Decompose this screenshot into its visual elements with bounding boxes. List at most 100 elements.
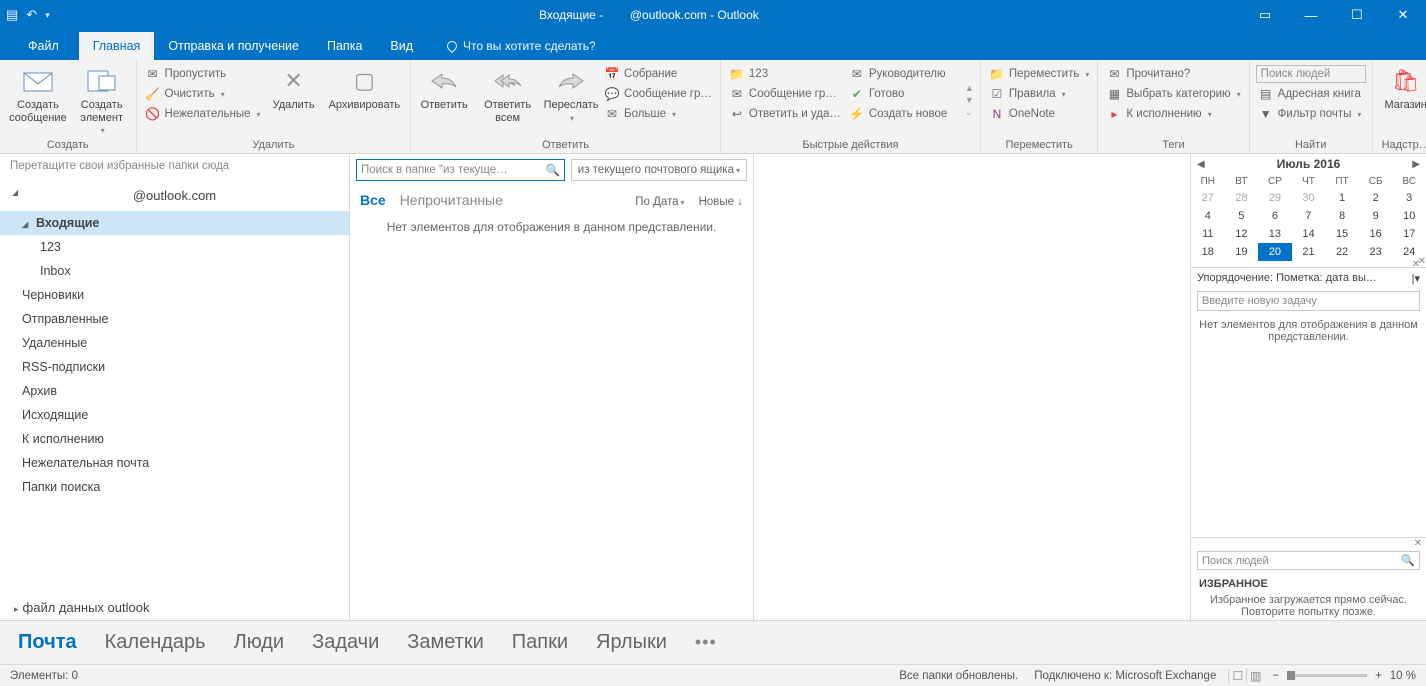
calendar-day[interactable]: 10 [1392, 207, 1426, 225]
cal-next-icon[interactable]: ▶ [1412, 159, 1420, 170]
task-arrange-label[interactable]: Упорядочение: Пометка: дата вы… [1197, 272, 1377, 285]
data-file-header[interactable]: файл данных outlook [0, 582, 349, 620]
address-book-button[interactable]: ▤Адресная книга [1256, 85, 1366, 103]
calendar-title[interactable]: Июль 2016 [1277, 157, 1341, 171]
meeting-button[interactable]: 📅Собрание [602, 65, 714, 83]
qat-customize-icon[interactable]: ▾ [45, 10, 50, 21]
calendar-day[interactable]: 27 [1191, 189, 1225, 207]
tell-me[interactable]: Что вы хотите сделать? [447, 32, 596, 60]
folder-item[interactable]: Удаленные [0, 331, 349, 355]
folder-item[interactable]: Входящие [0, 211, 349, 235]
folder-item[interactable]: Папки поиска [0, 475, 349, 499]
forward-button[interactable]: Переслать [544, 63, 598, 137]
calendar-day[interactable]: 2 [1359, 189, 1393, 207]
calendar-day[interactable]: 14 [1292, 225, 1326, 243]
ribbon-display-icon[interactable]: ▭ [1242, 0, 1288, 30]
calendar-day[interactable]: 13 [1258, 225, 1292, 243]
calendar-day[interactable]: 23 [1359, 243, 1393, 261]
calendar-day[interactable]: 15 [1325, 225, 1359, 243]
app-icon[interactable]: ▤ [6, 7, 18, 23]
folder-item[interactable]: Нежелательная почта [0, 451, 349, 475]
zoom-out-icon[interactable]: − [1272, 670, 1279, 682]
tab-view[interactable]: Вид [376, 32, 427, 60]
calendar-day[interactable]: 17 [1392, 225, 1426, 243]
reply-all-button[interactable]: Ответить всем [475, 63, 540, 137]
nav-notes[interactable]: Заметки [407, 631, 484, 654]
im-button[interactable]: 💬Сообщение гр… [602, 85, 714, 103]
calendar-day[interactable]: 8 [1325, 207, 1359, 225]
qs-more-icon[interactable]: ⌄ [965, 107, 974, 118]
calendar-day[interactable]: 3 [1392, 189, 1426, 207]
tasks-close-icon[interactable]: ✕ [1418, 256, 1426, 267]
calendar-day[interactable]: 5 [1225, 207, 1259, 225]
more-respond-button[interactable]: ✉Больше [602, 105, 714, 123]
close-icon[interactable]: ✕ [1380, 0, 1426, 30]
followup-button[interactable]: ▸К исполнению [1104, 105, 1242, 123]
calendar-day[interactable]: 19 [1225, 243, 1259, 261]
nav-shortcuts[interactable]: Ярлыки [596, 631, 667, 654]
calendar-day[interactable]: 16 [1359, 225, 1393, 243]
nav-tasks[interactable]: Задачи [312, 631, 379, 654]
search-icon[interactable]: 🔍 [545, 163, 559, 177]
onenote-button[interactable]: NOneNote [987, 105, 1091, 123]
archive-button[interactable]: ▢Архивировать [325, 63, 405, 137]
calendar-day[interactable]: 22 [1325, 243, 1359, 261]
filter-email-button[interactable]: ▼Фильтр почты [1256, 105, 1366, 123]
calendar-day[interactable]: 29 [1258, 189, 1292, 207]
junk-button[interactable]: 🚫Нежелательные [143, 105, 263, 123]
calendar-day[interactable]: 9 [1359, 207, 1393, 225]
quickstep-6[interactable]: ⚡Создать новое [847, 105, 957, 123]
quickstep-2[interactable]: ✉Сообщение гр… [727, 85, 843, 103]
reply-button[interactable]: Ответить [417, 63, 471, 137]
ignore-button[interactable]: ✉Пропустить [143, 65, 263, 83]
search-input[interactable]: Поиск в папке "из текуще…🔍 [356, 159, 565, 181]
view-reading-icon[interactable]: ▥ [1246, 669, 1264, 683]
calendar-day[interactable]: 20 [1258, 243, 1292, 261]
tab-file[interactable]: Файл [14, 32, 73, 60]
search-scope[interactable]: из текущего почтового ящика [571, 159, 747, 181]
calendar-day[interactable]: 28 [1225, 189, 1259, 207]
nav-people[interactable]: Люди [234, 631, 285, 654]
folder-item[interactable]: Inbox [0, 259, 349, 283]
filter-unread[interactable]: Непрочитанные [400, 192, 503, 208]
quickstep-1[interactable]: 📁123 [727, 65, 843, 83]
cal-prev-icon[interactable]: ◀ [1197, 159, 1205, 170]
move-button[interactable]: 📁Переместить [987, 65, 1091, 83]
folder-item[interactable]: Отправленные [0, 307, 349, 331]
maximize-icon[interactable]: ☐ [1334, 0, 1380, 30]
new-mail-button[interactable]: Создать сообщение [6, 63, 70, 137]
new-item-button[interactable]: Создать элемент [74, 63, 130, 137]
quickstep-3[interactable]: ↩Ответить и уда… [727, 105, 843, 123]
calendar-day[interactable]: 30 [1292, 189, 1326, 207]
account-header[interactable]: @outlook.com [0, 178, 349, 211]
calendar-day[interactable]: 11 [1191, 225, 1225, 243]
cleanup-button[interactable]: 🧹Очистить [143, 85, 263, 103]
calendar-day[interactable]: 18 [1191, 243, 1225, 261]
quickstep-5[interactable]: ✔Готово [847, 85, 957, 103]
minimize-icon[interactable]: — [1288, 0, 1334, 30]
new-task-input[interactable]: Введите новую задачу [1197, 291, 1420, 311]
people-close-icon[interactable]: ✕ [1191, 537, 1426, 549]
calendar-day[interactable]: 1 [1325, 189, 1359, 207]
undo-icon[interactable]: ↶ [26, 7, 37, 23]
nav-mail[interactable]: Почта [18, 631, 77, 654]
view-switcher[interactable]: ☐▥ [1228, 669, 1264, 683]
task-arrange-more-icon[interactable]: |▾ [1412, 272, 1420, 285]
people-search-input[interactable]: Поиск людей🔍 [1197, 551, 1420, 570]
qs-down-icon[interactable]: ▼ [965, 95, 974, 105]
store-button[interactable]: 🛍Магазин [1379, 63, 1426, 137]
tab-send-receive[interactable]: Отправка и получение [154, 32, 313, 60]
calendar-day[interactable]: 7 [1292, 207, 1326, 225]
folder-item[interactable]: К исполнению [0, 427, 349, 451]
tab-folder[interactable]: Папка [313, 32, 376, 60]
qs-up-icon[interactable]: ▲ [965, 83, 974, 93]
folder-item[interactable]: 123 [0, 235, 349, 259]
delete-button[interactable]: ✕Удалить [267, 63, 321, 137]
folder-item[interactable]: Исходящие [0, 403, 349, 427]
search-icon[interactable]: 🔍 [1401, 554, 1415, 567]
nav-calendar[interactable]: Календарь [105, 631, 206, 654]
nav-more-icon[interactable]: ••• [695, 632, 717, 653]
tab-home[interactable]: Главная [79, 32, 155, 60]
folder-item[interactable]: Архив [0, 379, 349, 403]
zoom-slider[interactable] [1287, 674, 1367, 677]
